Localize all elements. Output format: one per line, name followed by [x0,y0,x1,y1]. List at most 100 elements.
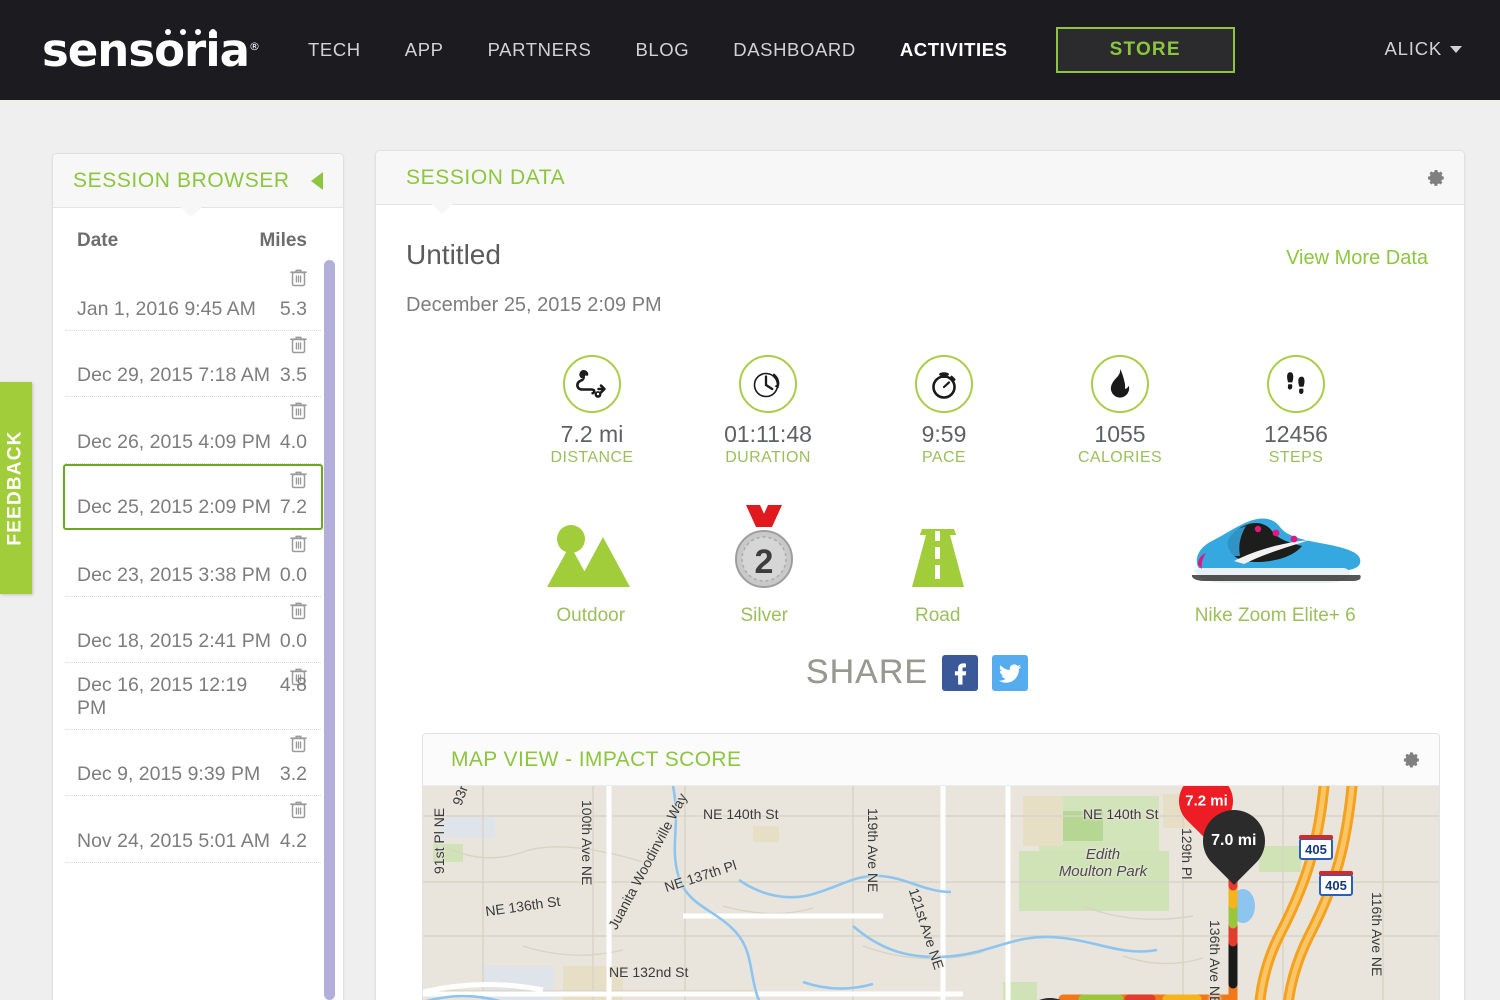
delete-session-icon[interactable] [290,470,307,489]
svg-text:2: 2 [755,543,774,581]
delete-session-icon[interactable] [290,534,307,553]
top-navigation-bar: sensoria® TECH APP PARTNERS BLOG DASHBOA… [0,0,1500,100]
session-row-miles: 4.0 [279,430,307,453]
session-name: Untitled [406,239,501,270]
share-row: SHARE [406,653,1428,692]
session-list-column-headers: Date Miles [65,208,321,264]
user-menu[interactable]: ALICK [1385,38,1462,60]
nav-link-partners[interactable]: PARTNERS [466,31,614,69]
metric-distance: 7.2 mi DISTANCE [504,355,680,467]
registered-trademark-icon: ® [249,39,260,53]
map-panel-header: MAP VIEW - IMPACT SCORE [423,734,1439,786]
metric-label: DURATION [725,449,811,466]
session-data-header: SESSION DATA [376,151,1464,214]
metric-calories: 1055 CALORIES [1032,355,1208,467]
map-panel: MAP VIEW - IMPACT SCORE 91st Pl NE NE 13… [422,733,1440,1000]
nav-link-activities[interactable]: ACTIVITIES [878,31,1030,69]
store-button[interactable]: STORE [1055,27,1235,73]
marker-label: 7.0 mi [1211,832,1257,850]
gear-icon[interactable] [1402,750,1421,769]
metric-value: 01:11:48 [724,421,812,447]
map-vector-layer [423,786,1439,1000]
nav-link-blog[interactable]: BLOG [613,31,711,69]
session-row-miles: 7.2 [279,496,307,518]
session-list-scrollbar[interactable] [324,260,335,1000]
feedback-tab-label: FEEDBACK [5,430,27,546]
delete-session-icon[interactable] [290,335,307,354]
session-row-selected[interactable]: Dec 25, 2015 2:09 PM 7.2 [63,463,323,530]
metric-label: STEPS [1268,449,1324,466]
session-browser-title: SESSION BROWSER [73,168,290,192]
session-row-date: Nov 24, 2015 5:01 AM [77,829,270,852]
map-canvas[interactable]: 93rd Ave NE 91st Pl NE NE 136th St 100th… [423,786,1439,1000]
metric-pace: 9:59 PACE [856,355,1032,467]
feedback-tab[interactable]: FEEDBACK [0,382,32,594]
gear-icon[interactable] [1426,168,1446,188]
session-row[interactable]: Dec 23, 2015 3:38 PM 0.0 [65,530,321,597]
session-row-date: Dec 16, 2015 12:19 PM [77,673,248,719]
scrollbar-thumb[interactable] [324,260,335,1000]
session-data-body: Untitled View More Data December 25, 201… [376,205,1464,692]
delete-session-icon[interactable] [290,268,307,287]
session-row[interactable]: Dec 16, 2015 12:19 PM 4.8 [65,663,321,730]
nav-link-app[interactable]: APP [383,31,466,69]
session-row[interactable]: Dec 9, 2015 9:39 PM 3.2 [65,730,321,796]
session-row-miles: 0.0 [279,630,307,652]
session-row-miles: 3.2 [279,763,307,785]
session-date: December 25, 2015 2:09 PM [406,294,662,316]
medal-icon: 2 [677,505,850,591]
clock-icon [739,355,797,413]
badge-label: Silver [740,605,788,626]
delete-session-icon[interactable] [290,734,307,753]
delete-session-icon[interactable] [290,401,307,420]
facebook-share-icon[interactable] [942,654,979,691]
session-rows-container: Jan 1, 2016 9:45 AM 5.3 Dec 29, 2015 7:18 … [63,264,323,863]
badge-outdoor: Outdoor [504,509,677,627]
highway-shield-405: 405 [1319,871,1353,896]
badge-label: Nike Zoom Elite+ 6 [1194,605,1356,626]
metric-value: 12456 [1264,421,1328,447]
badges-row: Outdoor 2 Silver Road Nike Zoom Elite+ 6 [406,505,1428,627]
highway-shield-405: 405 [1299,835,1333,860]
metric-value: 9:59 [921,421,967,447]
session-row-miles: 5.3 [279,297,307,320]
collapse-left-arrow-icon[interactable] [311,171,323,190]
chevron-down-icon [1450,45,1462,53]
session-row-date: Dec 18, 2015 2:41 PM [77,630,272,652]
nav-link-tech[interactable]: TECH [286,31,383,69]
road-icon [851,509,1024,591]
twitter-share-icon[interactable] [992,654,1029,691]
session-row[interactable]: Nov 24, 2015 5:01 AM 4.2 [65,796,321,863]
delete-session-icon[interactable] [290,800,307,819]
session-row-date: Dec 23, 2015 3:38 PM [77,563,272,586]
marker-label: 7.2 mi [1184,792,1228,810]
session-row-miles: 3.5 [279,364,307,386]
session-row[interactable]: Jan 1, 2016 9:45 AM 5.3 [65,264,321,331]
session-row-date: Dec 26, 2015 4:09 PM [77,430,272,453]
metric-label: CALORIES [1077,449,1163,466]
view-more-data-link[interactable]: View More Data [1286,247,1428,270]
session-row[interactable]: Dec 29, 2015 7:18 AM 3.5 [65,331,321,397]
page-root: sensoria® TECH APP PARTNERS BLOG DASHBOA… [0,0,1500,1000]
badge-label: Road [915,605,961,626]
badge-shoe: Nike Zoom Elite+ 6 [1122,509,1428,627]
metrics-row: 7.2 mi DISTANCE 01:11:48 DURATION 9:59 P… [406,355,1428,467]
session-row[interactable]: Dec 26, 2015 4:09 PM 4.0 [65,397,321,464]
sensoria-logo[interactable]: sensoria® [42,20,272,80]
session-row[interactable]: Dec 18, 2015 2:41 PM 0.0 [65,597,321,663]
logo-wordmark: sensoria [42,23,250,77]
main-nav-links: TECH APP PARTNERS BLOG DASHBOARD ACTIVIT… [286,27,1235,73]
session-row-date: Dec 29, 2015 7:18 AM [77,364,270,386]
session-row-date: Dec 25, 2015 2:09 PM [77,496,272,518]
session-list-body: Date Miles Jan 1, 2016 9:45 AM 5.3 Dec 29,… [53,208,343,1000]
mountain-icon [504,509,677,591]
metric-label: PACE [922,449,966,466]
session-row-miles: 4.2 [279,829,307,852]
metric-label: DISTANCE [550,449,634,466]
delete-session-icon[interactable] [290,601,307,620]
nav-link-dashboard[interactable]: DASHBOARD [711,31,878,69]
running-shoe-icon [1122,509,1428,591]
badge-medal: 2 Silver [677,505,850,627]
flame-icon [1091,355,1149,413]
session-browser-panel: SESSION BROWSER Date Miles Jan 1, 2016 9… [52,153,344,1000]
